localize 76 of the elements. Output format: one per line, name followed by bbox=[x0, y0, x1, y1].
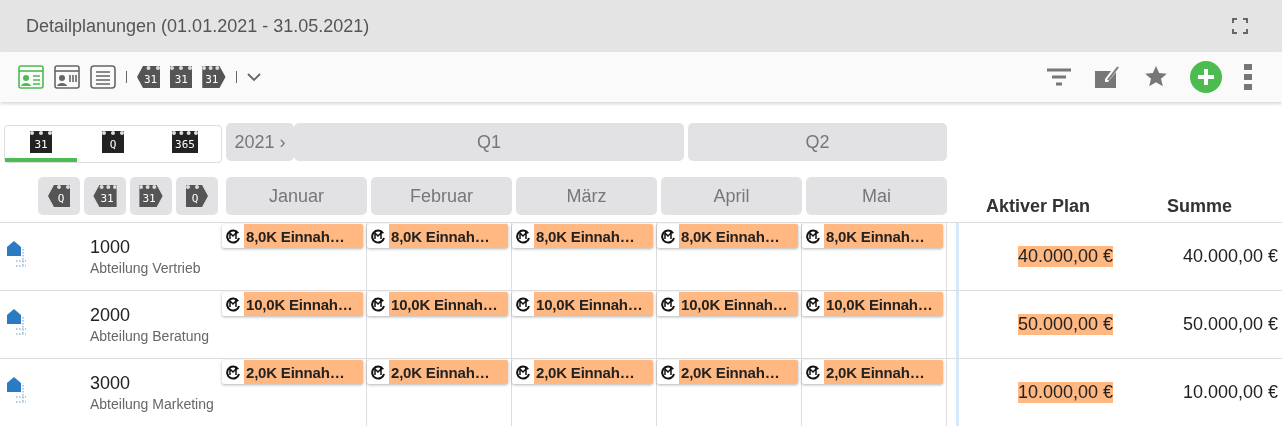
plan-chip[interactable]: 2,0K Einnah… bbox=[512, 360, 653, 384]
cycle-icon bbox=[222, 292, 244, 316]
quarter-header: Q2 bbox=[688, 123, 947, 161]
cycle-icon bbox=[367, 360, 389, 384]
plan-chip[interactable]: 8,0K Einnah… bbox=[657, 224, 798, 248]
plan-chip[interactable]: 10,0K Einnah… bbox=[512, 292, 653, 316]
active-plan-value: 10.000,00 € bbox=[1017, 382, 1113, 403]
cycle-icon bbox=[802, 224, 824, 248]
cycle-icon bbox=[802, 360, 824, 384]
column-header: Summe bbox=[1166, 195, 1233, 217]
window-title: Detailplanungen (01.01.2021 - 31.05.2021) bbox=[26, 15, 370, 37]
month-header: Februar bbox=[371, 177, 512, 215]
month-header: Januar bbox=[226, 177, 367, 215]
unit-name: Abteilung Beratung bbox=[90, 328, 211, 344]
plan-chip[interactable]: 8,0K Einnah… bbox=[512, 224, 653, 248]
sum-value: 50.000,00 € bbox=[1182, 314, 1278, 335]
house-icon bbox=[6, 239, 28, 269]
cycle-icon bbox=[512, 360, 534, 384]
column-header: Aktiver Plan bbox=[984, 195, 1091, 217]
cycle-icon bbox=[657, 292, 679, 316]
plan-chip[interactable]: 8,0K Einnah… bbox=[367, 224, 508, 248]
month-header: Mai bbox=[806, 177, 947, 215]
month-header: April bbox=[661, 177, 802, 215]
list-icon[interactable] bbox=[90, 64, 116, 90]
plan-chip[interactable]: 10,0K Einnah… bbox=[802, 292, 943, 316]
calendar-button[interactable]: 31 bbox=[137, 66, 161, 88]
house-icon bbox=[6, 375, 28, 405]
chevron-down-icon[interactable] bbox=[246, 72, 261, 82]
plan-chip[interactable]: 2,0K Einnah… bbox=[657, 360, 798, 384]
contact-list-icon[interactable] bbox=[54, 64, 80, 90]
house-icon bbox=[6, 307, 28, 337]
cycle-icon bbox=[657, 360, 679, 384]
cycle-icon bbox=[512, 224, 534, 248]
plan-chip[interactable]: 8,0K Einnah… bbox=[222, 224, 363, 248]
cycle-icon bbox=[657, 224, 679, 248]
more-icon[interactable] bbox=[1244, 64, 1252, 90]
scale-tab[interactable]: 365 bbox=[149, 126, 221, 162]
cycle-icon bbox=[512, 292, 534, 316]
unit-name: Abteilung Marketing bbox=[90, 396, 215, 412]
contact-card-icon[interactable] bbox=[18, 64, 44, 90]
star-icon[interactable] bbox=[1144, 65, 1168, 89]
cycle-icon bbox=[222, 224, 244, 248]
sum-value: 40.000,00 € bbox=[1182, 246, 1278, 267]
plan-chip[interactable]: 10,0K Einnah… bbox=[367, 292, 508, 316]
active-plan-value: 40.000,00 € bbox=[1017, 246, 1113, 267]
calendar-button[interactable]: 31 bbox=[170, 66, 193, 88]
period-nav-button[interactable]: 31 bbox=[130, 177, 172, 215]
plan-chip[interactable]: 10,0K Einnah… bbox=[657, 292, 798, 316]
period-nav-button[interactable]: Q bbox=[38, 177, 80, 215]
cycle-icon bbox=[367, 224, 389, 248]
cycle-icon bbox=[222, 360, 244, 384]
plan-chip[interactable]: 10,0K Einnah… bbox=[222, 292, 363, 316]
plan-chip[interactable]: 2,0K Einnah… bbox=[367, 360, 508, 384]
cycle-icon bbox=[802, 292, 824, 316]
scale-tab[interactable]: Q bbox=[77, 126, 149, 162]
cycle-icon bbox=[367, 292, 389, 316]
period-nav-button[interactable]: Q bbox=[176, 177, 218, 215]
year-button[interactable]: 2021 › bbox=[226, 123, 294, 161]
month-header: März bbox=[516, 177, 657, 215]
sum-value: 10.000,00 € bbox=[1182, 382, 1278, 403]
plan-chip[interactable]: 8,0K Einnah… bbox=[802, 224, 943, 248]
unit-name: Abteilung Vertrieb bbox=[90, 260, 202, 276]
unit-code: 3000 bbox=[90, 373, 132, 394]
quarter-header: Q1 bbox=[294, 123, 685, 161]
edit-note-icon[interactable] bbox=[1094, 65, 1122, 89]
period-nav-button[interactable]: 31 bbox=[84, 177, 126, 215]
active-plan-value: 50.000,00 € bbox=[1017, 314, 1113, 335]
fullscreen-icon[interactable] bbox=[1232, 18, 1248, 34]
filter-icon[interactable] bbox=[1046, 67, 1072, 87]
calendar-button[interactable]: 31 bbox=[202, 66, 226, 88]
scale-tab[interactable]: 31 bbox=[5, 126, 77, 162]
add-icon[interactable] bbox=[1190, 61, 1222, 93]
plan-chip[interactable]: 2,0K Einnah… bbox=[802, 360, 943, 384]
unit-code: 1000 bbox=[90, 237, 132, 258]
plan-chip[interactable]: 2,0K Einnah… bbox=[222, 360, 363, 384]
unit-code: 2000 bbox=[90, 305, 132, 326]
